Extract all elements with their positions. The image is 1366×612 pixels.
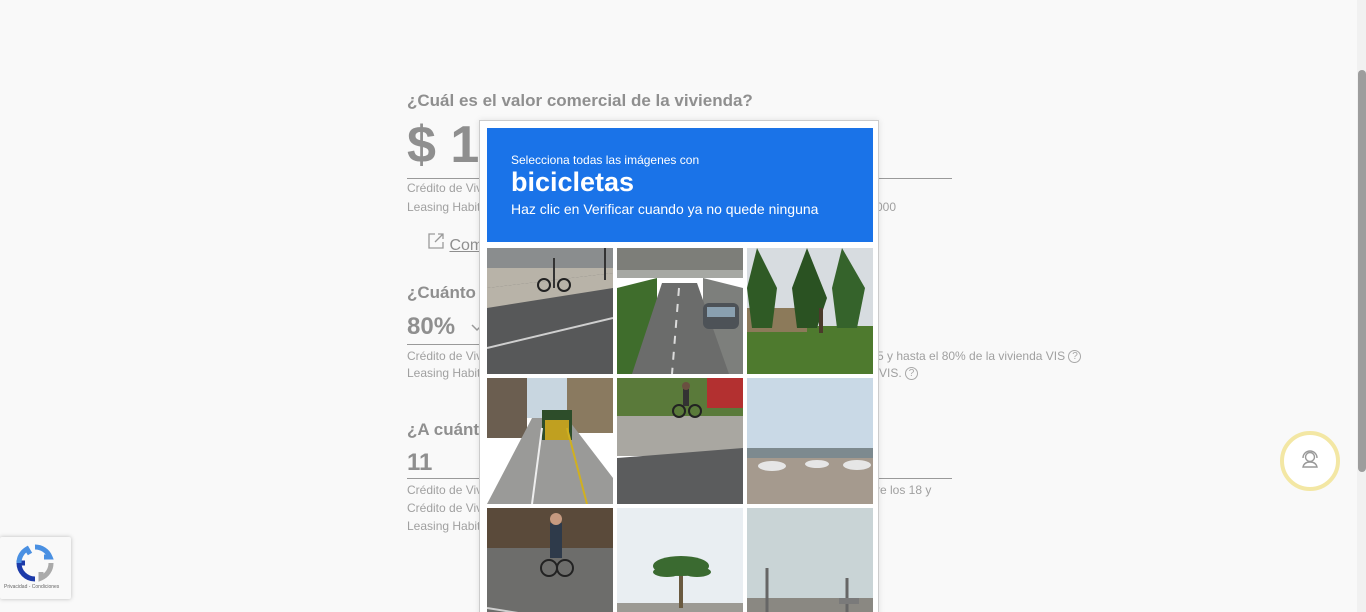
captcha-tile-2[interactable] bbox=[617, 248, 743, 374]
captcha-tile-9[interactable] bbox=[747, 508, 873, 612]
question-term: ¿A cuánto bbox=[407, 420, 490, 439]
captcha-tile-6[interactable] bbox=[747, 378, 873, 504]
recaptcha-badge[interactable]: Privacidad - Condiciones bbox=[0, 537, 71, 599]
percentage-underline bbox=[407, 344, 487, 345]
note2-credit: Crédito de Viv bbox=[407, 349, 483, 363]
captcha-instruction: Selecciona todas las imágenes con bbox=[511, 153, 700, 167]
captcha-header: Selecciona todas las imágenes con bicicl… bbox=[487, 128, 873, 242]
scrollbar-thumb[interactable] bbox=[1358, 70, 1366, 472]
captcha-challenge: Selecciona todas las imágenes con bicicl… bbox=[479, 120, 879, 612]
note3-credit-b: Crédito de Viv bbox=[407, 501, 483, 515]
percentage-select[interactable]: 80% bbox=[407, 313, 455, 341]
help-icon[interactable]: ? bbox=[1068, 350, 1082, 364]
external-link[interactable]: Com bbox=[427, 232, 483, 255]
note3-leasing: Leasing Habit bbox=[407, 519, 481, 533]
note2-leasing: Leasing Habit bbox=[407, 366, 481, 380]
note-leasing-amount: 000 bbox=[876, 200, 897, 214]
captcha-hint: Haz clic en Verificar cuando ya no quede… bbox=[511, 201, 819, 217]
note2-vis: VIS. ? bbox=[879, 366, 919, 381]
note2-vis-limit: 5 y hasta el 80% de la vivienda VIS ? bbox=[877, 349, 1082, 364]
note3-age-range: re los 18 y bbox=[876, 483, 932, 497]
note-leasing: Leasing Habit bbox=[407, 200, 481, 214]
captcha-tile-1[interactable] bbox=[487, 248, 613, 374]
external-link-icon bbox=[427, 233, 449, 254]
captcha-tile-8[interactable] bbox=[617, 508, 743, 612]
property-value-input[interactable]: $ 1 bbox=[407, 115, 479, 175]
captcha-keyword: bicicletas bbox=[511, 167, 635, 197]
captcha-tile-4[interactable] bbox=[487, 378, 613, 504]
recaptcha-terms[interactable]: Privacidad - Condiciones bbox=[4, 584, 59, 590]
note-credit-housing: Crédito de Viv bbox=[407, 181, 483, 195]
headset-user-icon bbox=[1299, 448, 1321, 475]
support-chat-button[interactable] bbox=[1280, 431, 1340, 491]
captcha-tile-3[interactable] bbox=[747, 248, 873, 374]
recaptcha-logo-icon bbox=[15, 543, 55, 588]
note2-vis-limit-text: 5 y hasta el 80% de la vivienda VIS bbox=[877, 349, 1066, 363]
term-years-input[interactable]: 11 bbox=[407, 449, 432, 477]
note2-vis-text: VIS. bbox=[879, 366, 902, 380]
help-icon[interactable]: ? bbox=[905, 367, 919, 381]
captcha-tile-7[interactable] bbox=[487, 508, 613, 612]
note3-credit-a: Crédito de Viv bbox=[407, 483, 483, 497]
question-property-value: ¿Cuál es el valor comercial de la vivien… bbox=[407, 91, 753, 110]
captcha-tile-5[interactable] bbox=[617, 378, 743, 504]
